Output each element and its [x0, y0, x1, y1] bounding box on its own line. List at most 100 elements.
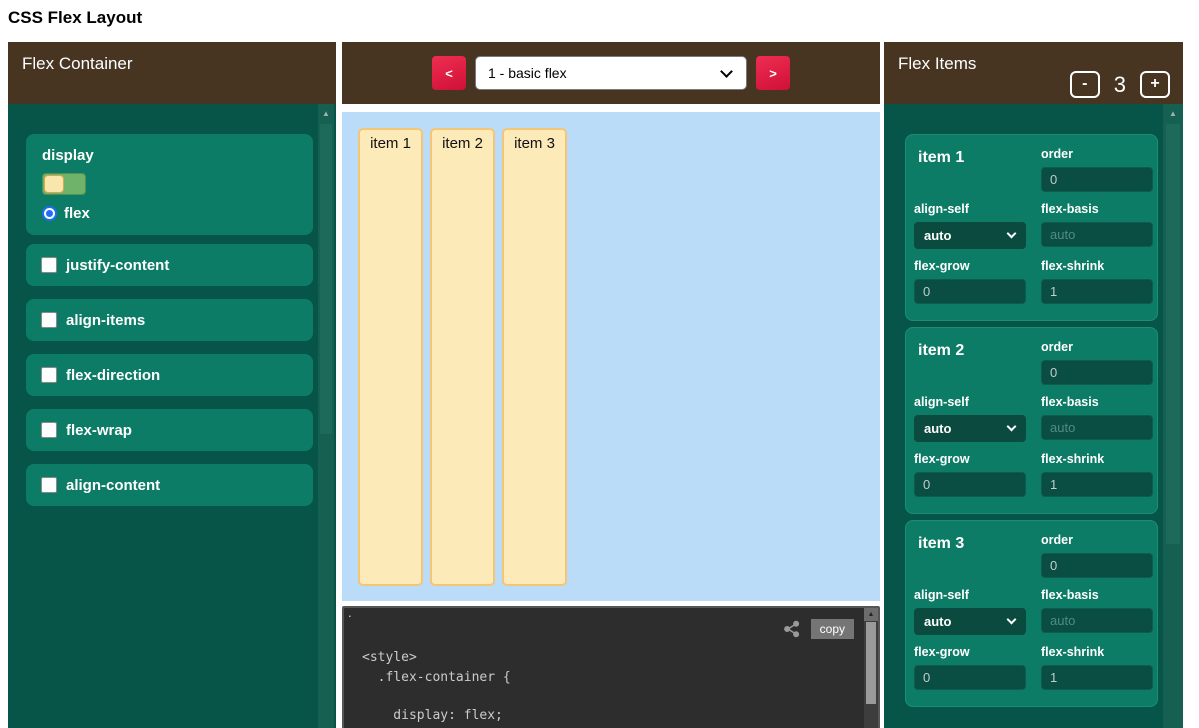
property-card-align-items: align-items	[26, 299, 313, 341]
align-self-label: align-self	[914, 588, 1026, 602]
flex-container-title: Flex Container	[22, 54, 133, 73]
property-card-align-content: align-content	[26, 464, 313, 506]
flex-shrink-label: flex-shrink	[1041, 452, 1153, 466]
code-line: <style>	[362, 648, 511, 668]
display-toggle[interactable]	[42, 173, 86, 195]
item-card-title: item 1	[914, 147, 1026, 192]
item-count: 3	[1114, 72, 1126, 98]
display-toggle-knob	[44, 175, 64, 193]
next-example-button[interactable]: >	[756, 56, 790, 90]
order-input[interactable]	[1041, 167, 1153, 192]
item-card-title: item 3	[914, 533, 1026, 578]
chevron-down-icon	[1007, 422, 1017, 432]
flex-shrink-input[interactable]	[1041, 665, 1153, 690]
flex-basis-label: flex-basis	[1041, 588, 1153, 602]
flex-grow-label: flex-grow	[914, 259, 1026, 273]
preview-item-3: item 3	[502, 128, 567, 586]
flex-container-body: display flex justify-content align-items…	[8, 104, 336, 728]
flex-container-header: Flex Container	[8, 42, 336, 104]
property-card-justify-content: justify-content	[26, 244, 313, 286]
scroll-up-icon[interactable]: ▲	[318, 104, 334, 118]
flex-wrap-label[interactable]: flex-wrap	[66, 422, 132, 439]
property-card-flex-wrap: flex-wrap	[26, 409, 313, 451]
flex-items-header: Flex Items - 3 +	[884, 42, 1183, 104]
example-select-wrap: 1 - basic flex	[475, 56, 747, 90]
code-line: display: flex;	[362, 706, 511, 726]
justify-content-label[interactable]: justify-content	[66, 257, 169, 274]
flex-items-panel: Flex Items - 3 + item 1 order align-self…	[884, 42, 1183, 728]
display-card: display flex	[26, 134, 313, 235]
align-content-checkbox[interactable]	[41, 477, 57, 493]
flex-grow-label: flex-grow	[914, 645, 1026, 659]
flex-radio-label[interactable]: flex	[64, 205, 90, 222]
flex-shrink-label: flex-shrink	[1041, 259, 1153, 273]
left-scrollbar-thumb[interactable]	[320, 124, 332, 434]
align-self-label: align-self	[914, 202, 1026, 216]
share-icon[interactable]	[783, 620, 801, 638]
align-self-select[interactable]: auto	[914, 222, 1026, 249]
code-block: <style> .flex-container { display: flex;	[362, 648, 511, 726]
order-input[interactable]	[1041, 360, 1153, 385]
preview-item-1: item 1	[358, 128, 423, 586]
flex-shrink-input[interactable]	[1041, 472, 1153, 497]
order-label: order	[1041, 533, 1153, 547]
item-card-title: item 2	[914, 340, 1026, 385]
order-label: order	[1041, 147, 1153, 161]
flex-basis-input[interactable]	[1041, 415, 1153, 440]
chevron-down-icon	[1007, 615, 1017, 625]
flex-basis-label: flex-basis	[1041, 202, 1153, 216]
prev-example-button[interactable]: <	[432, 56, 466, 90]
item-card-1: item 1 order align-self auto flex-basis	[905, 134, 1158, 321]
right-scrollbar-thumb[interactable]	[1166, 124, 1180, 544]
flex-preview-container: item 1 item 2 item 3	[342, 112, 880, 601]
code-scrollbar[interactable]: ▲	[864, 608, 878, 728]
align-self-label: align-self	[914, 395, 1026, 409]
code-line: .flex-container {	[362, 668, 511, 688]
flex-direction-label[interactable]: flex-direction	[66, 367, 160, 384]
align-self-select[interactable]: auto	[914, 415, 1026, 442]
flex-grow-input[interactable]	[914, 665, 1026, 690]
flex-wrap-checkbox[interactable]	[41, 422, 57, 438]
scroll-up-icon[interactable]: ▲	[1163, 104, 1183, 118]
order-input[interactable]	[1041, 553, 1153, 578]
align-self-value: auto	[924, 228, 951, 243]
justify-content-checkbox[interactable]	[41, 257, 57, 273]
copy-button[interactable]: copy	[811, 619, 854, 639]
align-self-value: auto	[924, 614, 951, 629]
preview-item-2: item 2	[430, 128, 495, 586]
align-items-checkbox[interactable]	[41, 312, 57, 328]
align-self-select[interactable]: auto	[914, 608, 1026, 635]
flex-shrink-input[interactable]	[1041, 279, 1153, 304]
add-item-button[interactable]: +	[1140, 71, 1170, 98]
flex-grow-label: flex-grow	[914, 452, 1026, 466]
flex-container-panel: Flex Container display flex justify-cont…	[8, 42, 336, 728]
flex-grow-input[interactable]	[914, 472, 1026, 497]
flex-items-title: Flex Items	[898, 54, 976, 73]
flex-basis-input[interactable]	[1041, 222, 1153, 247]
flex-basis-label: flex-basis	[1041, 395, 1153, 409]
align-self-value: auto	[924, 421, 951, 436]
code-scrollbar-thumb[interactable]	[866, 622, 876, 704]
display-label: display	[42, 147, 297, 164]
property-card-flex-direction: flex-direction	[26, 354, 313, 396]
flex-direction-checkbox[interactable]	[41, 367, 57, 383]
remove-item-button[interactable]: -	[1070, 71, 1100, 98]
example-select[interactable]: 1 - basic flex	[476, 57, 746, 89]
example-nav-bar: < 1 - basic flex >	[342, 42, 880, 104]
align-items-label[interactable]: align-items	[66, 312, 145, 329]
code-line	[362, 687, 511, 706]
code-corner-dot: .	[348, 608, 352, 618]
preview-column: < 1 - basic flex > item 1 item 2 item 3 …	[342, 42, 880, 728]
item-card-2: item 2 order align-self auto flex-basis	[905, 327, 1158, 514]
flex-radio[interactable]	[42, 206, 57, 221]
code-panel: . copy <style> .flex-container { display…	[342, 606, 880, 728]
flex-grow-input[interactable]	[914, 279, 1026, 304]
scroll-up-icon[interactable]: ▲	[864, 608, 878, 621]
align-content-label[interactable]: align-content	[66, 477, 160, 494]
left-panel-scrollbar[interactable]: ▲	[318, 104, 334, 728]
order-label: order	[1041, 340, 1153, 354]
right-panel-scrollbar[interactable]: ▲	[1163, 104, 1183, 728]
chevron-down-icon	[1007, 229, 1017, 239]
flex-basis-input[interactable]	[1041, 608, 1153, 633]
flex-shrink-label: flex-shrink	[1041, 645, 1153, 659]
